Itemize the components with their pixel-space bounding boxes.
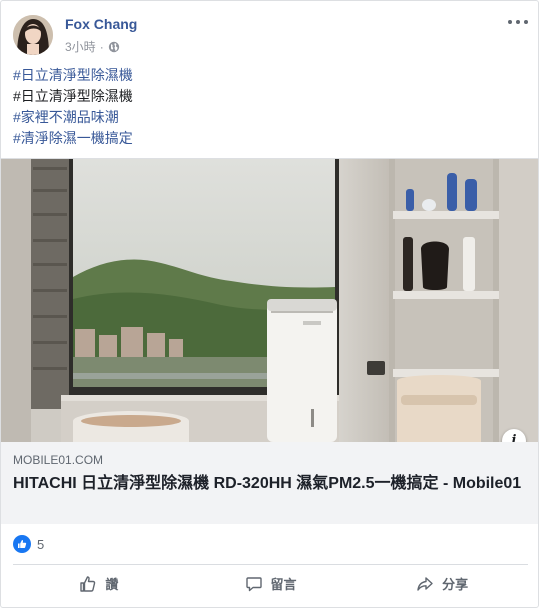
hashtag-link[interactable]: #日立清淨型除濕機	[13, 65, 528, 86]
share-button-label: 分享	[442, 577, 469, 592]
link-preview[interactable]: i MOBILE01.COM HITACHI 日立清淨型除濕機 RD-320HH…	[1, 158, 538, 524]
link-domain: MOBILE01.COM	[13, 453, 104, 467]
dot	[516, 20, 520, 24]
like-button[interactable]: 讚	[13, 565, 185, 602]
more-options-ellipsis-icon[interactable]	[508, 15, 528, 29]
post-text-line: #日立清淨型除濕機	[13, 88, 133, 104]
meta-separator: ·	[99, 39, 104, 54]
preview-image[interactable]	[1, 159, 538, 442]
link-preview-text[interactable]: MOBILE01.COM HITACHI 日立清淨型除濕機 RD-320HH 濕…	[1, 442, 538, 524]
post-header: Fox Chang 3小時 ·	[13, 13, 528, 57]
post-meta: 3小時 ·	[65, 38, 120, 55]
author-name[interactable]: Fox Chang	[65, 16, 137, 32]
reaction-count: 5	[37, 536, 45, 552]
dot	[508, 20, 512, 24]
action-bar: 讚 留言 分享	[13, 564, 528, 602]
globe-icon[interactable]	[108, 41, 120, 53]
share-button[interactable]: 分享	[356, 565, 528, 602]
hashtag-link[interactable]: #清淨除濕一機搞定	[13, 128, 528, 149]
comment-button-label: 留言	[270, 577, 297, 592]
post-timestamp[interactable]: 3小時	[65, 38, 96, 55]
post-card: Fox Chang 3小時 · #日立清淨型除濕機 #日立清淨型除濕機 #家裡不…	[0, 0, 539, 608]
share-icon	[417, 576, 433, 591]
comment-icon	[245, 576, 262, 591]
thumbs-up-icon	[80, 575, 96, 592]
comment-button[interactable]: 留言	[185, 565, 357, 602]
post-text: #日立清淨型除濕機 #日立清淨型除濕機 #家裡不潮品味潮 #清淨除濕一機搞定	[13, 65, 528, 149]
reactions-summary[interactable]: 5	[13, 533, 44, 555]
like-icon	[13, 535, 31, 553]
author-avatar[interactable]	[13, 15, 53, 55]
link-title[interactable]: HITACHI 日立清淨型除濕機 RD-320HH 濕氣PM2.5一機搞定 - …	[13, 474, 528, 494]
like-button-label: 讚	[105, 577, 119, 592]
dot	[524, 20, 528, 24]
hashtag-link[interactable]: #家裡不潮品味潮	[13, 107, 528, 128]
